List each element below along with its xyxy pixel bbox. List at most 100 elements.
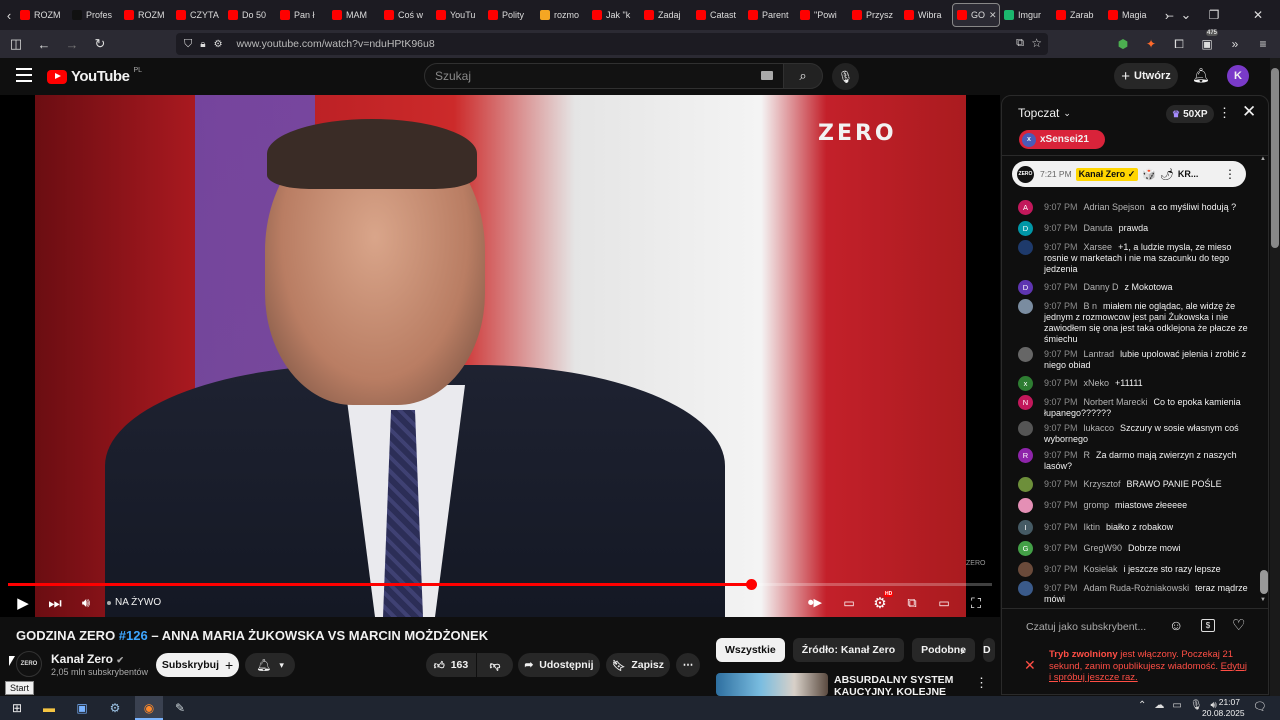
pinned-message[interactable]: ZERO 7:21 PM Kanał Zero ✓ 🎲 🌶 KR... ⋮ xyxy=(1012,161,1246,187)
chips-next-icon[interactable]: › xyxy=(960,642,965,658)
chat-avatar[interactable] xyxy=(1018,347,1033,362)
extension-fox-icon[interactable]: ✦ xyxy=(1142,35,1160,53)
app-menu-icon[interactable]: ≡ xyxy=(1254,35,1272,53)
tab-scroll-left-icon[interactable]: ‹ xyxy=(2,3,16,27)
more-actions-button[interactable]: ⋯ xyxy=(676,653,700,677)
live-indicator[interactable]: NA ŻYWO xyxy=(107,597,161,608)
hamburger-menu-icon[interactable] xyxy=(16,68,32,82)
chat-close-icon[interactable]: ✕ xyxy=(1242,102,1256,122)
reload-icon[interactable]: ↻ xyxy=(88,32,112,56)
chat-author[interactable]: Danny D xyxy=(1084,282,1119,292)
close-window-icon[interactable]: ✕ xyxy=(1236,0,1280,30)
chat-message[interactable]: 9:07 PM lukacco Szczury w sosie własnym co… xyxy=(1018,421,1254,445)
tray-expand-icon[interactable]: ⌃ xyxy=(1138,700,1146,711)
search-button[interactable]: ⌕ xyxy=(783,63,823,89)
recommended-more-icon[interactable]: ⋮ xyxy=(975,675,988,691)
chat-message[interactable]: N 9:07 PM Norbert Marecki Co to epoka kamie… xyxy=(1018,395,1254,419)
recommended-title[interactable]: ABSURDALNY SYSTEM KAUCYJNY. KOLEJNE xyxy=(834,674,964,696)
pinned-more-icon[interactable]: ⋮ xyxy=(1224,167,1236,181)
browser-tab[interactable]: Do 50 xyxy=(224,3,276,27)
extension-shield-icon[interactable]: ⬢ xyxy=(1114,35,1132,53)
chat-author[interactable]: Kosielak xyxy=(1084,564,1118,574)
browser-tab[interactable]: ROZM xyxy=(16,3,68,27)
super-chat-icon[interactable]: $ xyxy=(1201,619,1215,632)
share-button[interactable]: ➦ Udostępnij xyxy=(518,653,600,677)
chat-author[interactable]: Krzysztof xyxy=(1084,479,1121,489)
browser-tab[interactable]: CZYTA xyxy=(172,3,224,27)
browser-tab[interactable]: Wibra xyxy=(900,3,952,27)
page-scrollbar[interactable] xyxy=(1270,58,1280,696)
chat-author[interactable]: GregW90 xyxy=(1084,543,1123,553)
subtitles-icon[interactable]: ▭ xyxy=(840,590,858,616)
file-explorer-icon[interactable]: ▬ xyxy=(40,699,58,717)
chat-avatar[interactable] xyxy=(1018,562,1033,577)
chat-message[interactable]: I 9:07 PM Iktin białko z robakow xyxy=(1018,520,1254,535)
browser-tab[interactable]: ROZM xyxy=(120,3,172,27)
firefox-icon[interactable]: ◉ xyxy=(140,699,158,717)
error-close-icon[interactable]: ✕ xyxy=(1024,657,1036,674)
chat-message[interactable]: x 9:07 PM xNeko +11111 xyxy=(1018,376,1254,391)
notification-center-icon[interactable]: 🗨︎ xyxy=(1253,700,1267,713)
chat-message[interactable]: 9:07 PM Krzysztof BRAWO PANIE POŚLE xyxy=(1018,477,1254,492)
emoji-icon[interactable]: ☺ xyxy=(1169,617,1183,633)
extension-badge-icon[interactable]: ▣ 475 xyxy=(1198,30,1219,53)
progress-bar[interactable] xyxy=(8,579,992,590)
chat-avatar[interactable]: x xyxy=(1018,376,1033,391)
channel-avatar[interactable]: ZERO xyxy=(16,651,42,677)
browser-tab[interactable]: Profes xyxy=(68,3,120,27)
chat-avatar[interactable]: D xyxy=(1018,221,1033,236)
filter-chip[interactable]: Wszystkie xyxy=(716,638,785,662)
keyboard-icon[interactable] xyxy=(761,71,773,80)
chat-author[interactable]: R xyxy=(1084,450,1091,460)
browser-tab[interactable]: Polity xyxy=(484,3,536,27)
chat-input[interactable]: Czatuj jako subskrybent... xyxy=(1026,621,1146,633)
theater-mode-icon[interactable]: ▭ xyxy=(935,590,953,616)
reader-view-icon[interactable]: ⧉ xyxy=(1016,37,1024,50)
browser-tab[interactable]: Zarab xyxy=(1052,3,1104,27)
chat-author[interactable]: Norbert Marecki xyxy=(1084,397,1148,407)
chat-author[interactable]: Lantrad xyxy=(1084,349,1115,359)
channel-name[interactable]: Kanał Zero ✔ xyxy=(51,652,124,666)
chat-avatar[interactable] xyxy=(1018,477,1033,492)
chat-message[interactable]: R 9:07 PM R Za darmo mają zwierzyn z naszyc… xyxy=(1018,448,1254,472)
cloud-icon[interactable]: ☁ xyxy=(1154,700,1164,711)
autoplay-toggle[interactable]: ⏺︎▶ xyxy=(802,590,828,616)
chat-message[interactable]: 9:07 PM Adam Ruda-Rożniakowski teraz mądrz… xyxy=(1018,581,1254,604)
chat-message[interactable]: D 9:07 PM Danny D z Mokotowa xyxy=(1018,280,1254,295)
restore-icon[interactable]: ❐ xyxy=(1192,0,1236,30)
chat-more-icon[interactable]: ⋮ xyxy=(1218,105,1231,121)
chat-author[interactable]: B n xyxy=(1084,301,1098,311)
browser-tab[interactable]: "Powi xyxy=(796,3,848,27)
filter-chip[interactable]: Podobne xyxy=(912,638,976,662)
miniplayer-icon[interactable]: ⧉ xyxy=(903,590,921,616)
chat-avatar[interactable] xyxy=(1018,498,1033,513)
shield-icon[interactable]: ⛉ xyxy=(184,38,192,51)
top-donor-chip[interactable]: x xSensei21 xyxy=(1019,130,1105,149)
permissions-icon[interactable]: ⚙ xyxy=(214,39,223,50)
chat-avatar[interactable]: R xyxy=(1018,448,1033,463)
chat-author[interactable]: gromp xyxy=(1084,500,1110,510)
sidebar-toggle-icon[interactable]: ◫ xyxy=(4,32,28,56)
chat-avatar[interactable]: I xyxy=(1018,520,1033,535)
chat-author[interactable]: Iktin xyxy=(1084,522,1101,532)
chat-avatar[interactable]: A xyxy=(1018,200,1033,215)
steam-icon[interactable]: ⚙ xyxy=(106,699,124,717)
settings-gear-icon[interactable]: ⚙ HD xyxy=(871,590,894,616)
chat-message[interactable]: G 9:07 PM GregW90 Dobrze mowi xyxy=(1018,541,1254,556)
voice-search-button[interactable]: 🎙︎ xyxy=(832,63,859,90)
progress-scrubber[interactable] xyxy=(745,579,757,590)
browser-tab[interactable]: Pan ł xyxy=(276,3,328,27)
browser-tab[interactable]: rozmo xyxy=(536,3,588,27)
chat-message[interactable]: 9:07 PM gromp miastowe złeeeee xyxy=(1018,498,1254,513)
bookmark-star-icon[interactable]: ☆ xyxy=(1031,36,1042,50)
chat-mode-dropdown[interactable]: Topczat ⌄ xyxy=(1018,106,1071,120)
mic-tray-icon[interactable]: 🎙︎ xyxy=(1190,700,1203,711)
page-scrollbar-thumb[interactable] xyxy=(1271,68,1279,248)
chat-scrollbar[interactable]: ▲ ▼ xyxy=(1259,156,1268,606)
browser-tab[interactable]: Catast xyxy=(692,3,744,27)
extensions-icon[interactable]: ⧠ xyxy=(1170,35,1188,53)
browser-tab[interactable]: MAM xyxy=(328,3,380,27)
browser-tab[interactable]: Przysz xyxy=(848,3,900,27)
subscribe-button[interactable]: Subskrybuj + xyxy=(156,653,239,677)
video-player[interactable]: ZERO ZERO ▶ ⏭︎ 🔊︎ NA ŻYWO ⏺︎▶ ▭ ⚙ HD ⧉ ▭ … xyxy=(0,95,1000,617)
